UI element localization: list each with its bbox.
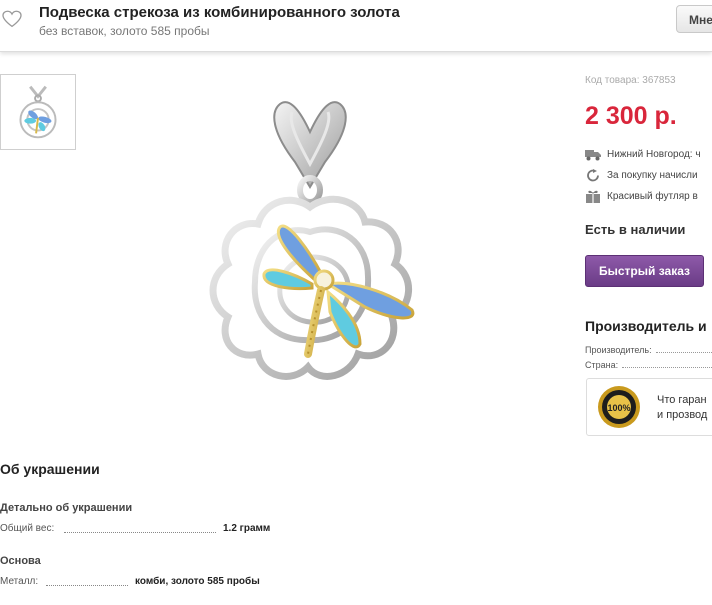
heart-icon[interactable] [2, 10, 22, 28]
seal-text: 100% [607, 403, 630, 413]
product-main-image [209, 101, 415, 380]
gift-text: Красивый футляр в [607, 191, 698, 203]
weight-value: 1.2 грамм [223, 523, 271, 534]
about-heading: Об украшении [0, 461, 100, 477]
guarantee-text: Что гаран и прозвод [657, 393, 707, 423]
bonus-text: За покупку начисли [607, 170, 698, 182]
gift-icon [586, 190, 600, 203]
guarantee-line-2: и прозвод [657, 409, 708, 421]
guarantee-box[interactable]: 100% Что гаран и прозвод [586, 378, 712, 436]
country-row: Страна: [585, 360, 712, 370]
manufacturer-heading: Производитель и [585, 318, 707, 334]
sku-label: Код товара: 367853 [585, 75, 676, 86]
product-thumbnail[interactable] [0, 74, 76, 150]
guarantee-line-1: Что гаран [657, 394, 707, 406]
truck-icon [585, 150, 601, 161]
metal-row: Металл: комби, золото 585 пробы [0, 576, 300, 590]
stock-status: Есть в наличии [585, 222, 686, 237]
country-label: Страна: [585, 360, 619, 370]
metal-label: Металл: [0, 576, 39, 587]
sticky-product-header: Подвеска стрекоза из комбинированного зо… [0, 0, 712, 52]
product-title: Подвеска стрекоза из комбинированного зо… [39, 4, 400, 21]
product-subtitle: без вставок, золото 585 пробы [39, 24, 210, 38]
gift-info: Красивый футляр в [585, 190, 698, 203]
manufacturer-label: Производитель: [585, 345, 652, 355]
details-section-heading: Детально об украшении [0, 502, 133, 514]
delivery-info: Нижний Новгород: ч [585, 148, 701, 161]
metal-value: комби, золото 585 пробы [135, 576, 260, 587]
pendant-thumbnail-image [19, 85, 57, 139]
menu-button[interactable]: Мне [676, 5, 712, 33]
price: 2 300 р. [585, 102, 677, 130]
bonus-info: За покупку начисли [585, 169, 698, 182]
weight-label: Общий вес: [0, 523, 55, 534]
refresh-icon [587, 169, 599, 182]
weight-row: Общий вес: 1.2 грамм [0, 523, 300, 537]
quick-order-button[interactable]: Быстрый заказ [585, 255, 704, 287]
delivery-text: Нижний Новгород: ч [607, 149, 701, 161]
manufacturer-row: Производитель: [585, 345, 712, 355]
base-section-heading: Основа [0, 555, 41, 567]
guarantee-seal-icon: 100% [598, 386, 640, 428]
